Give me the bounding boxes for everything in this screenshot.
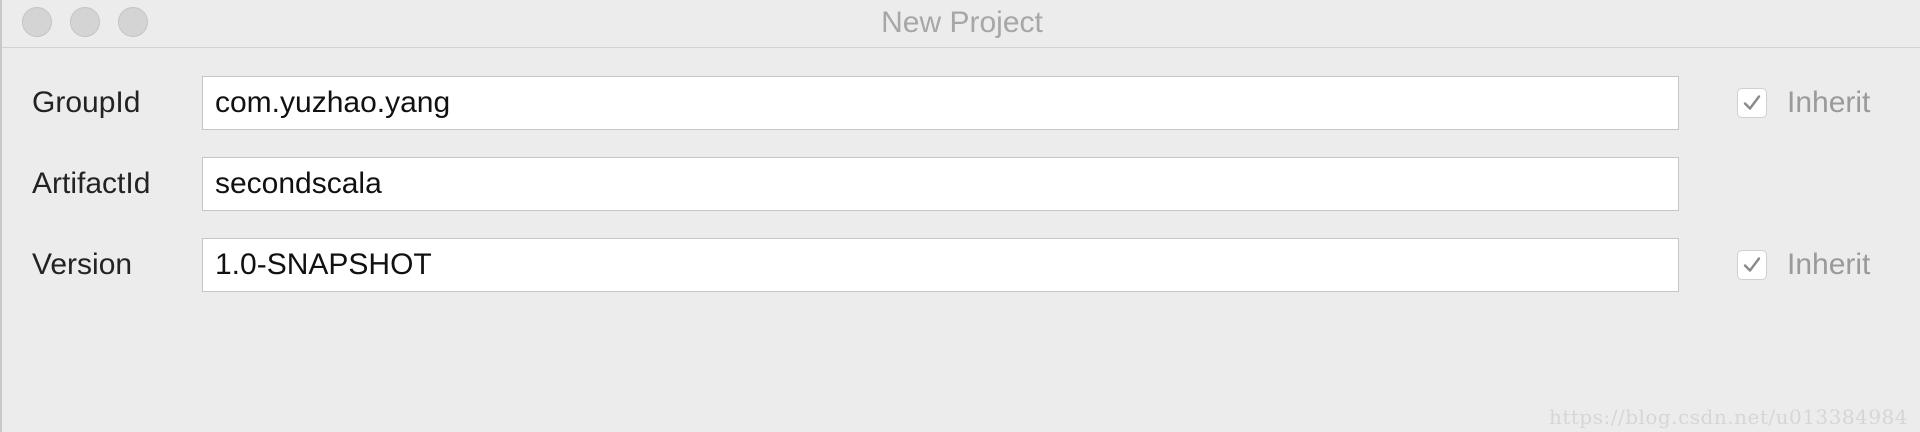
title-bar: New Project	[2, 0, 1920, 48]
version-label: Version	[32, 248, 133, 281]
checkmark-icon	[1743, 257, 1761, 272]
groupid-inherit-label: Inherit	[1787, 86, 1871, 119]
groupid-label: GroupId	[32, 86, 141, 119]
window-title: New Project	[881, 6, 1043, 39]
new-project-window: New Project GroupId Inherit ArtifactId V…	[0, 0, 1920, 432]
groupid-inherit-toggle[interactable]: Inherit	[1737, 86, 1870, 120]
version-input[interactable]	[202, 238, 1679, 292]
artifactid-input[interactable]	[202, 157, 1679, 211]
watermark: https://blog.csdn.net/u013384984	[1548, 405, 1908, 429]
version-inherit-label: Inherit	[1787, 248, 1871, 281]
groupid-row: GroupId Inherit	[2, 76, 1920, 130]
groupid-input[interactable]	[202, 76, 1679, 130]
version-row: Version Inherit	[2, 238, 1920, 292]
version-inherit-checkbox[interactable]	[1737, 250, 1767, 280]
version-inherit-toggle[interactable]: Inherit	[1737, 248, 1870, 282]
artifactid-row: ArtifactId	[2, 157, 1920, 211]
groupid-inherit-checkbox[interactable]	[1737, 88, 1767, 118]
artifactid-label: ArtifactId	[32, 167, 151, 200]
checkmark-icon	[1743, 95, 1761, 110]
